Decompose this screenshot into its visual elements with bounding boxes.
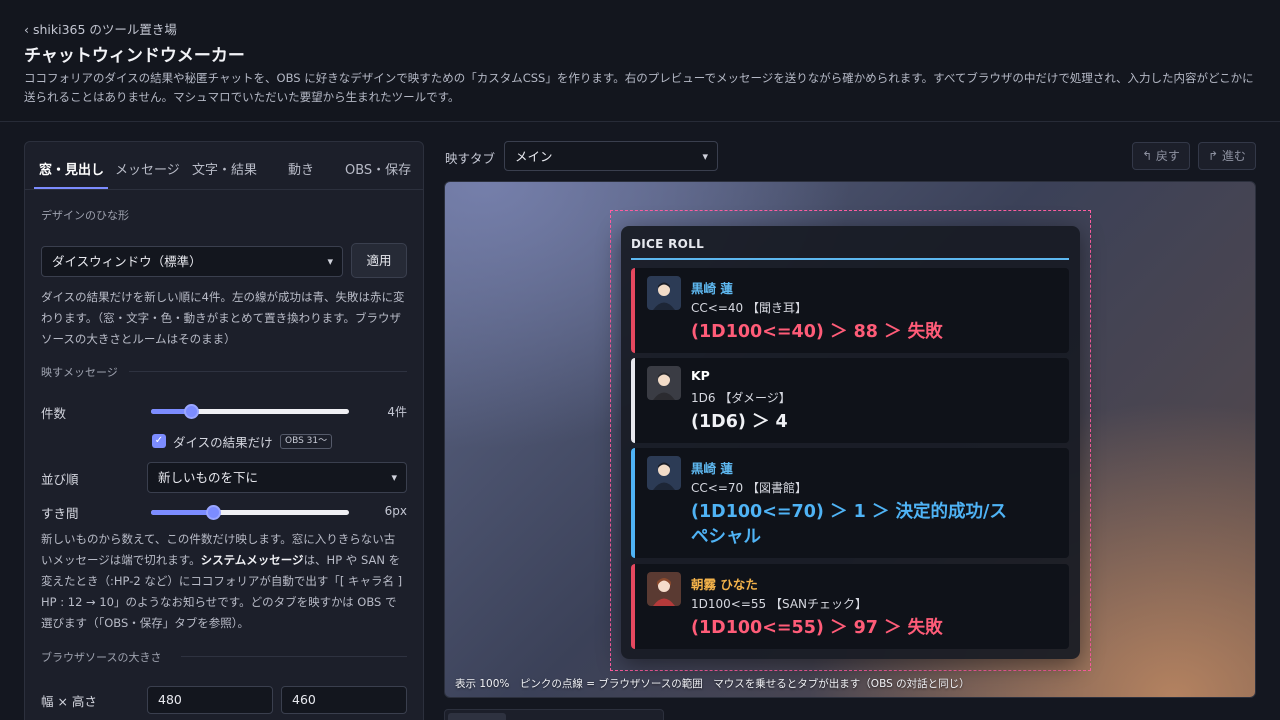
- tab-motion[interactable]: 動き: [288, 159, 314, 178]
- system-message-term: システムメッセージ: [200, 553, 304, 567]
- settings-panel: 窓・見出し メッセージ 文字・結果 動き OBS・保存 デザインのひな形 ダイス…: [24, 141, 424, 720]
- preview-tab-select-value: メイン: [515, 149, 553, 164]
- avatar-icon: [647, 456, 681, 490]
- bottom-tab-strip[interactable]: [444, 709, 664, 720]
- dice-only-checkbox[interactable]: ✓: [152, 434, 166, 448]
- avatar-icon: [647, 276, 681, 310]
- dice-result: (1D100<=70) ＞ 1 ＞ 決定的成功/スペシャル: [691, 502, 1007, 547]
- page-description: ココフォリアのダイスの結果や秘匿チャットを、OBS に好きなデザインで映すための…: [24, 71, 1254, 104]
- chevron-down-icon: ▾: [702, 150, 708, 163]
- chat-window: DICE ROLL 黒崎 蓮 CC<=40 【聞き耳】 (1D100<=40) …: [621, 226, 1080, 659]
- preview-tab-label: 映すタブ: [445, 151, 496, 166]
- gap-label: すき間: [41, 506, 79, 521]
- chat-preview[interactable]: DICE ROLL 黒崎 蓮 CC<=40 【聞き耳】 (1D100<=40) …: [444, 181, 1256, 698]
- order-select[interactable]: 新しいものを下に ▾: [147, 462, 407, 493]
- gap-value: 6px: [384, 504, 407, 518]
- avatar-icon: [647, 366, 681, 400]
- section-divider: [129, 371, 407, 372]
- chat-message: 黒崎 蓮 CC<=40 【聞き耳】 (1D100<=40) ＞ 88 ＞ 失敗: [631, 268, 1069, 353]
- status-bar: [631, 564, 635, 649]
- tab-text-result[interactable]: 文字・結果: [192, 159, 257, 178]
- bottom-tab-active[interactable]: [448, 713, 506, 720]
- page-header: ‹ shiki365 のツール置き場 チャットウィンドウメーカー ココフォリアの…: [0, 0, 1280, 122]
- back-link[interactable]: ‹ shiki365 のツール置き場: [24, 19, 177, 38]
- messages-section-label: 映すメッセージ: [41, 366, 118, 379]
- dice-command: 1D100<=55 【SANチェック】: [691, 597, 867, 611]
- dice-command: 1D6 【ダメージ】: [691, 391, 791, 405]
- avatar-icon: [647, 572, 681, 606]
- template-select-value: ダイスウィンドウ（標準）: [52, 254, 202, 269]
- obs-version-badge: OBS 31〜: [280, 434, 333, 449]
- tab-message[interactable]: メッセージ: [115, 159, 180, 178]
- dice-result: (1D100<=55) ＞ 97 ＞ 失敗: [691, 618, 943, 638]
- chevron-down-icon: ▾: [327, 255, 333, 268]
- chat-message: KP 1D6 【ダメージ】 (1D6) ＞ 4: [631, 358, 1069, 443]
- dice-only-label[interactable]: ダイスの結果だけ: [173, 432, 273, 451]
- count-value: 4件: [387, 405, 407, 419]
- height-input[interactable]: 460: [281, 686, 407, 714]
- speaker-name: 黒崎 蓮: [691, 281, 733, 296]
- width-input[interactable]: 480: [147, 686, 273, 714]
- messages-help-text: 新しいものから数えて、この件数だけ映します。窓に入りきらない古いメッセージは端で…: [41, 529, 403, 634]
- speaker-name: 黒崎 蓮: [691, 461, 733, 476]
- tab-obs-save[interactable]: OBS・保存: [345, 159, 411, 178]
- speaker-name: KP: [691, 368, 710, 383]
- count-slider[interactable]: [151, 403, 349, 419]
- chat-message: 朝霧 ひなた 1D100<=55 【SANチェック】 (1D100<=55) ＞…: [631, 564, 1069, 649]
- title-underline: [631, 258, 1069, 260]
- dice-command: CC<=40 【聞き耳】: [691, 301, 807, 315]
- apply-button[interactable]: 適用: [351, 243, 407, 278]
- status-bar: [631, 448, 635, 558]
- template-help-text: ダイスの結果だけを新しい順に4件。左の線が成功は青、失敗は赤に変わります。（窓・…: [41, 290, 405, 346]
- section-divider: [181, 656, 407, 657]
- order-select-value: 新しいものを下に: [158, 470, 259, 485]
- dice-command: CC<=70 【図書館】: [691, 481, 807, 495]
- status-bar: [631, 268, 635, 353]
- order-label: 並び順: [41, 472, 79, 487]
- template-select[interactable]: ダイスウィンドウ（標準） ▾: [41, 246, 343, 277]
- count-label: 件数: [41, 406, 67, 421]
- preview-caption: 表示 100% ピンクの点線 = ブラウザソースの範囲 マウスを乗せるとタブが出…: [455, 678, 970, 690]
- active-tab-indicator: [34, 187, 108, 189]
- page-title: チャットウィンドウメーカー: [24, 46, 245, 66]
- tab-window-heading[interactable]: 窓・見出し: [39, 159, 104, 178]
- status-bar: [631, 358, 635, 443]
- settings-tabs: 窓・見出し メッセージ 文字・結果 動き OBS・保存: [25, 142, 423, 190]
- chat-message: 黒崎 蓮 CC<=70 【図書館】 (1D100<=70) ＞ 1 ＞ 決定的成…: [631, 448, 1069, 558]
- dice-result: (1D100<=40) ＞ 88 ＞ 失敗: [691, 322, 943, 342]
- preview-tab-select[interactable]: メイン ▾: [504, 141, 718, 171]
- check-icon: ✓: [154, 435, 164, 446]
- size-label: 幅 × 高さ: [41, 694, 97, 709]
- template-section-label: デザインのひな形: [41, 209, 129, 222]
- slider-thumb[interactable]: [206, 505, 221, 520]
- undo-button[interactable]: ↰ 戻す: [1132, 142, 1190, 170]
- slider-thumb[interactable]: [184, 404, 199, 419]
- dice-result: (1D6) ＞ 4: [691, 412, 788, 432]
- window-title: DICE ROLL: [631, 237, 705, 251]
- slider-fill: [151, 510, 213, 515]
- chevron-down-icon: ▾: [391, 471, 397, 484]
- browser-size-section-label: ブラウザソースの大きさ: [41, 651, 162, 664]
- redo-button[interactable]: ↱ 進む: [1198, 142, 1256, 170]
- gap-slider[interactable]: [151, 504, 349, 520]
- speaker-name: 朝霧 ひなた: [691, 577, 758, 592]
